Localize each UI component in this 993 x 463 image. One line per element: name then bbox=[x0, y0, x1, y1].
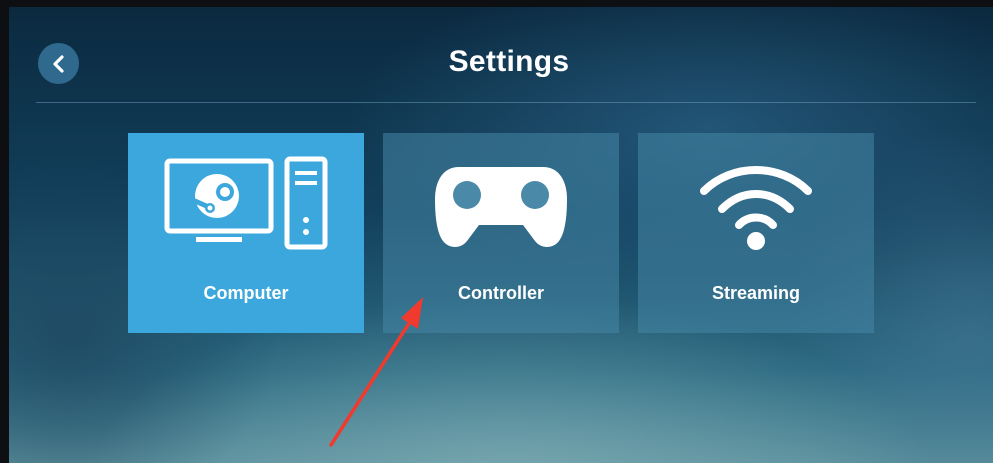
page-title: Settings bbox=[448, 45, 570, 78]
tile-label-controller: Controller bbox=[457, 283, 544, 303]
computer-tile[interactable]: Computer bbox=[128, 133, 364, 333]
tile-label-streaming: Streaming bbox=[711, 283, 801, 303]
gamepad-icon bbox=[383, 133, 619, 273]
header-divider bbox=[36, 102, 976, 103]
tile-label-computer: Computer bbox=[203, 283, 289, 303]
settings-screen: Settings Computer Controller Streaming bbox=[9, 7, 993, 463]
computer-steam-icon bbox=[128, 133, 364, 273]
window-frame: Settings Computer Controller Streaming bbox=[0, 0, 993, 463]
header: Settings bbox=[9, 7, 993, 104]
streaming-tile[interactable]: Streaming bbox=[638, 133, 874, 333]
wifi-icon bbox=[638, 133, 874, 273]
controller-tile[interactable]: Controller bbox=[383, 133, 619, 333]
